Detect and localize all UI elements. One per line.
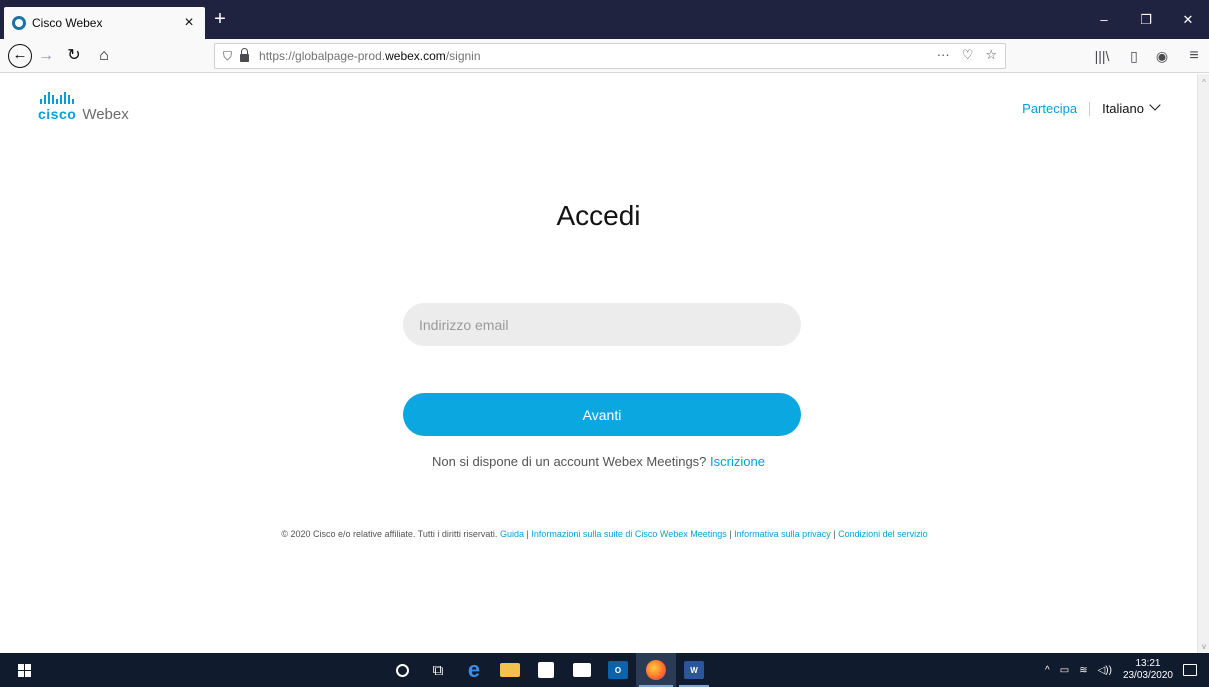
tab-title: Cisco Webex — [32, 16, 103, 30]
minimize-button[interactable]: – — [1084, 8, 1124, 32]
search-button[interactable] — [384, 653, 420, 687]
page-scrollbar[interactable]: ^ v — [1197, 74, 1209, 653]
lock-icon[interactable] — [240, 47, 250, 62]
cisco-webex-logo[interactable]: cisco Webex — [38, 92, 129, 123]
task-view-button[interactable]: ⧉ — [420, 653, 456, 687]
footer-link-terms[interactable]: Condizioni del servizio — [838, 529, 928, 539]
folder-icon — [500, 663, 520, 677]
clock-date: 23/03/2020 — [1122, 670, 1173, 681]
mail-icon — [573, 663, 591, 677]
volume-icon[interactable]: ◁)) — [1098, 665, 1112, 676]
wifi-icon[interactable]: ≋ — [1079, 665, 1087, 676]
tab-close-icon[interactable]: × — [181, 15, 197, 31]
account-icon[interactable]: ◉ — [1150, 44, 1174, 68]
maximize-button[interactable]: ❐ — [1126, 8, 1166, 32]
shield-icon[interactable]: ⛉ — [223, 49, 232, 64]
chevron-down-icon — [1149, 99, 1161, 111]
windows-taskbar: ⧉ e O W ^ ▭ ≋ ◁)) 13:21 23/03/2020 — [0, 653, 1209, 687]
logo-cisco-text: cisco — [38, 106, 77, 122]
word-icon: W — [684, 661, 704, 679]
file-explorer-taskbar-button[interactable] — [492, 653, 528, 687]
url-bar[interactable]: ⛉ https://globalpage-prod.webex.com/sign… — [214, 43, 1006, 69]
browser-tab-strip: Cisco Webex × + – ❐ ✕ — [0, 0, 1209, 39]
tray-overflow-icon[interactable]: ^ — [1045, 665, 1050, 676]
footer-link-suite-info[interactable]: Informazioni sulla suite di Cisco Webex … — [531, 529, 726, 539]
footer-link-privacy[interactable]: Informativa sulla privacy — [734, 529, 831, 539]
email-field[interactable] — [403, 303, 801, 346]
word-taskbar-button[interactable]: W — [676, 653, 712, 687]
reload-button[interactable]: ↻ — [62, 44, 86, 68]
start-button[interactable] — [4, 653, 44, 687]
logo-webex-text: Webex — [82, 106, 129, 123]
store-taskbar-button[interactable] — [528, 653, 564, 687]
copyright-text: © 2020 Cisco e/o relative affiliate. Tut… — [281, 529, 498, 539]
home-button[interactable]: ⌂ — [92, 44, 116, 68]
pocket-icon[interactable]: ♡ — [962, 47, 974, 63]
cisco-bars-icon — [40, 92, 129, 104]
scroll-up-icon[interactable]: ^ — [1200, 78, 1208, 87]
task-view-icon: ⧉ — [432, 661, 444, 679]
forward-button[interactable]: → — [34, 44, 58, 68]
divider — [1089, 101, 1091, 116]
firefox-taskbar-button[interactable] — [636, 653, 676, 687]
webex-favicon-icon — [12, 16, 26, 30]
page-actions-icon[interactable]: ··· — [937, 47, 950, 63]
page-title: Accedi — [556, 200, 641, 231]
sidebar-icon[interactable]: ▯ — [1122, 44, 1146, 68]
url-text[interactable]: https://globalpage-prod.webex.com/signin — [259, 49, 480, 63]
webex-signin-page: cisco Webex Partecipa Italiano Accedi Av… — [0, 74, 1197, 653]
back-button[interactable]: ← — [8, 44, 32, 68]
outlook-taskbar-button[interactable]: O — [600, 653, 636, 687]
mail-taskbar-button[interactable] — [564, 653, 600, 687]
firefox-icon — [646, 660, 666, 680]
new-tab-button[interactable]: + — [208, 8, 232, 32]
footer-link-help[interactable]: Guida — [500, 529, 524, 539]
next-button[interactable]: Avanti — [403, 393, 801, 436]
close-window-button[interactable]: ✕ — [1168, 8, 1208, 32]
language-selector[interactable]: Italiano — [1102, 99, 1161, 116]
menu-icon[interactable]: ≡ — [1182, 44, 1206, 68]
browser-tab[interactable]: Cisco Webex × — [4, 7, 205, 39]
notifications-icon[interactable] — [1183, 664, 1197, 676]
browser-nav-bar: ← → ↻ ⌂ ⛉ https://globalpage-prod.webex.… — [0, 39, 1209, 73]
bookmark-star-icon[interactable]: ☆ — [985, 47, 997, 63]
system-tray: ^ ▭ ≋ ◁)) 13:21 23/03/2020 — [1040, 653, 1209, 687]
clock[interactable]: 13:21 23/03/2020 — [1123, 658, 1173, 682]
header-actions: Partecipa Italiano — [1022, 99, 1161, 116]
store-bag-icon — [538, 662, 554, 678]
clock-time: 13:21 — [1135, 658, 1161, 669]
battery-icon[interactable]: ▭ — [1060, 665, 1069, 676]
signup-link[interactable]: Iscrizione — [710, 454, 765, 469]
outlook-icon: O — [608, 661, 628, 679]
edge-icon: e — [467, 657, 481, 682]
search-icon — [395, 663, 409, 677]
signup-text: Non si dispone di un account Webex Meeti… — [432, 454, 707, 469]
edge-taskbar-button[interactable]: e — [456, 653, 492, 687]
join-link[interactable]: Partecipa — [1022, 101, 1077, 116]
signup-prompt: Non si dispone di un account Webex Meeti… — [0, 454, 1197, 469]
library-icon[interactable]: |||\ — [1090, 44, 1114, 68]
scroll-down-icon[interactable]: v — [1200, 642, 1208, 651]
footer: © 2020 Cisco e/o relative affiliate. Tut… — [281, 529, 928, 539]
windows-logo-icon — [17, 663, 31, 677]
